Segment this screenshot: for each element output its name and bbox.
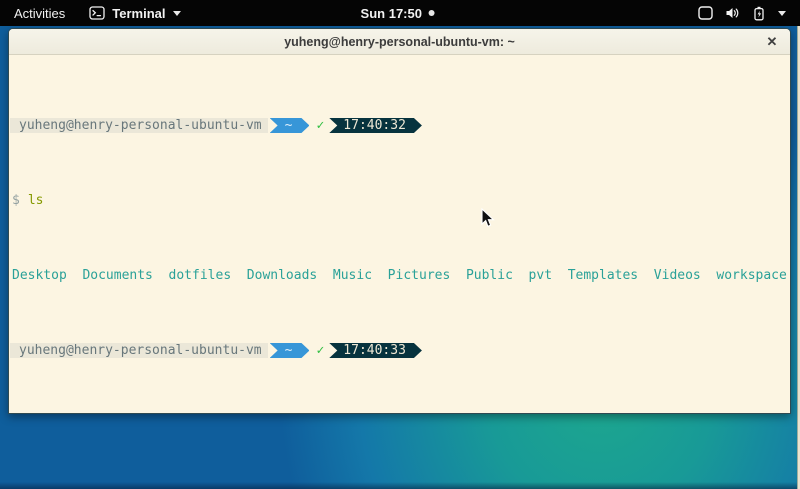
prompt-timestamp: 17:40:33: [329, 343, 422, 358]
prompt-symbol: $: [10, 193, 28, 208]
prompt-status-check-icon: ✓: [309, 118, 329, 133]
ls-output-line: Desktop Documents dotfiles Downloads Mus…: [10, 268, 790, 283]
terminal-content[interactable]: yuheng@henry-personal-ubuntu-vm ~ ✓ 17:4…: [9, 55, 790, 414]
window-title: yuheng@henry-personal-ubuntu-vm: ~: [284, 35, 515, 49]
prompt-user-host: yuheng@henry-personal-ubuntu-vm: [10, 118, 268, 133]
prompt-cwd-segment: ~: [270, 343, 310, 358]
activities-button[interactable]: Activities: [0, 0, 79, 26]
chevron-down-icon: [173, 11, 181, 16]
typed-command: ls: [28, 193, 44, 208]
screen: Activities Terminal Sun 17:50: [0, 0, 800, 489]
prompt-status-check-icon: ✓: [309, 343, 329, 358]
clock-menu[interactable]: Sun 17:50: [361, 0, 435, 26]
terminal-window: yuheng@henry-personal-ubuntu-vm: ~ ✕ yuh…: [8, 28, 791, 414]
system-status-area[interactable]: [698, 0, 800, 26]
top-bar: Activities Terminal Sun 17:50: [0, 0, 800, 26]
chevron-down-icon: [778, 11, 786, 16]
terminal-app-icon: [89, 6, 105, 20]
clock-label: Sun 17:50: [361, 6, 422, 21]
window-titlebar[interactable]: yuheng@henry-personal-ubuntu-vm: ~ ✕: [9, 29, 790, 55]
battery-charging-icon: [752, 6, 766, 21]
prompt-cwd-segment: ~: [270, 118, 310, 133]
mouse-pointer-icon: [480, 208, 495, 234]
prompt-line: yuheng@henry-personal-ubuntu-vm ~ ✓ 17:4…: [10, 343, 790, 358]
notification-dot: [429, 10, 435, 16]
app-menu-label: Terminal: [112, 6, 165, 21]
command-line: $ ls: [10, 193, 790, 208]
app-menu-terminal[interactable]: Terminal: [79, 0, 190, 26]
volume-icon: [725, 6, 740, 20]
prompt-user-host: yuheng@henry-personal-ubuntu-vm: [10, 343, 268, 358]
close-button[interactable]: ✕: [763, 33, 781, 51]
prompt-line: yuheng@henry-personal-ubuntu-vm ~ ✓ 17:4…: [10, 118, 790, 133]
top-bar-left: Activities Terminal: [0, 0, 191, 26]
prompt-timestamp: 17:40:32: [329, 118, 422, 133]
screen-icon: [698, 6, 713, 20]
